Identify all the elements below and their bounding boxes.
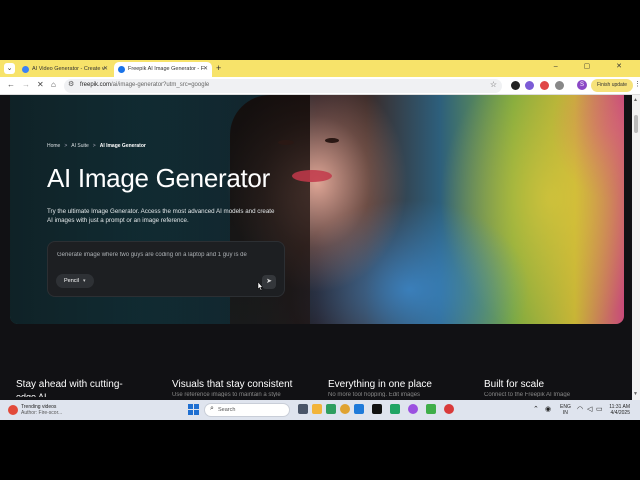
extension-icon[interactable]	[511, 81, 520, 90]
battery-icon[interactable]: ▭	[596, 405, 603, 413]
close-tab-icon[interactable]: ✕	[203, 62, 208, 77]
chrome-icon[interactable]	[340, 404, 350, 414]
profile-avatar[interactable]: S	[577, 80, 587, 90]
feature-title: Stay ahead with cutting-	[16, 379, 123, 390]
send-prompt-button[interactable]: ➤	[262, 275, 276, 289]
breadcrumb: Home > AI Suite > AI Image Generator	[47, 143, 146, 149]
prompt-panel: Generate image where two guys are coding…	[47, 241, 285, 297]
news-icon	[8, 405, 18, 415]
url-text: freepik.com/ai/image-generator?utm_src=g…	[80, 82, 210, 88]
app-icon[interactable]	[326, 404, 336, 414]
scroll-up-icon[interactable]: ▲	[633, 97, 638, 103]
breadcrumb-home[interactable]: Home	[47, 143, 60, 149]
prompt-input[interactable]: Generate image where two guys are coding…	[57, 252, 279, 258]
model-select-button[interactable]: Pencil ▾	[56, 274, 94, 288]
vscode-icon[interactable]	[354, 404, 364, 414]
app-icon[interactable]	[426, 404, 436, 414]
mouse-cursor-icon	[257, 282, 263, 291]
page-title: AI Image Generator	[47, 163, 270, 193]
back-arrow-icon[interactable]: ←	[7, 80, 15, 89]
page-content: Home > AI Suite > AI Image Generator AI Imag…	[0, 95, 640, 400]
site-info-icon[interactable]: ⚙	[68, 80, 74, 88]
stop-loading-icon[interactable]: ✕	[37, 80, 44, 89]
breadcrumb-separator: >	[64, 143, 68, 149]
tab-title: Freepik AI Image Generator - F	[128, 66, 205, 72]
file-explorer-icon[interactable]	[312, 404, 322, 414]
browser-toolbar: ← → ✕ ⌂ ⚙ freepik.com/ai/image-generator…	[0, 77, 640, 95]
hero-banner: Home > AI Suite > AI Image Generator AI Imag…	[10, 95, 624, 324]
search-placeholder: Search	[218, 407, 236, 413]
feature-subtitle: Use reference images to maintain a style	[172, 392, 281, 397]
windows-taskbar: Trending videos Author: Fire-scor... ⌕ S…	[0, 400, 640, 420]
hero-image-detail	[325, 138, 339, 143]
breadcrumb-current: AI Image Generator	[99, 143, 146, 149]
tab-title: AI Video Generator - Create v	[32, 66, 105, 72]
letterbox-bottom	[0, 420, 640, 480]
task-view-icon[interactable]	[298, 404, 308, 414]
wifi-icon[interactable]: ◠	[577, 405, 583, 413]
letterbox-top	[0, 0, 640, 60]
window-controls[interactable]: – ▢ ✕	[554, 62, 634, 70]
feature-title: Visuals that stay consistent	[172, 379, 293, 390]
page-scrollbar[interactable]: ▲ ▼	[632, 95, 640, 400]
browser-tab-bar: ⌄ AI Video Generator - Create v ✕ Freepi…	[0, 60, 640, 77]
hero-image-detail	[292, 170, 332, 182]
clock[interactable]: 11:31 AM 4/4/2025	[605, 404, 630, 416]
scroll-down-icon[interactable]: ▼	[633, 391, 638, 397]
tab-ai-video-generator[interactable]: AI Video Generator - Create v ✕	[18, 62, 112, 77]
extension-icon[interactable]	[525, 81, 534, 90]
feature-title: Built for scale	[484, 379, 545, 390]
tray-app-icon[interactable]: ◉	[545, 405, 551, 413]
extensions-puzzle-icon[interactable]	[555, 81, 564, 90]
chevron-down-icon: ▾	[82, 278, 86, 284]
home-icon[interactable]: ⌂	[51, 80, 56, 89]
bookmark-star-icon[interactable]: ☆	[490, 80, 497, 89]
breadcrumb-separator: >	[92, 143, 96, 149]
new-tab-button[interactable]: +	[216, 63, 221, 73]
tray-chevron-icon[interactable]: ⌃	[533, 405, 539, 413]
model-select-label: Pencil	[64, 278, 79, 284]
system-tray: ⌃ ◉ ENG IN ◠ ◁ ▭ 11:31 AM 4/4/2025	[533, 403, 633, 417]
browser-menu-icon[interactable]: ⋮	[634, 80, 640, 88]
taskbar-search-box[interactable]: ⌕ Search	[204, 403, 290, 417]
news-subline: Author: Fire-scor...	[21, 410, 63, 416]
page-description: Try the ultimate Image Generator. Access…	[47, 208, 275, 224]
finish-update-button[interactable]: Finish update	[591, 79, 633, 92]
news-widget[interactable]: Trending videos Author: Fire-scor...	[8, 403, 78, 417]
windows-start-icon[interactable]	[188, 404, 199, 415]
feature-title: Everything in one place	[328, 379, 432, 390]
feature-subtitle: No more tool hopping. Edit images	[328, 392, 421, 397]
taskbar-pinned-apps	[296, 404, 466, 416]
tab-favicon-icon	[118, 66, 125, 73]
extension-icon[interactable]	[540, 81, 549, 90]
app-icon[interactable]	[444, 404, 454, 414]
language-indicator[interactable]: ENG IN	[560, 404, 571, 416]
app-icon[interactable]	[390, 404, 400, 414]
search-icon: ⌕	[210, 405, 214, 412]
app-icon[interactable]	[408, 404, 418, 414]
tab-favicon-icon	[22, 66, 29, 73]
tab-freepik-image-generator[interactable]: Freepik AI Image Generator - F ✕	[114, 62, 212, 77]
volume-icon[interactable]: ◁	[587, 405, 592, 413]
feature-subtitle: edge AI	[16, 392, 47, 397]
send-icon: ➤	[266, 278, 272, 285]
forward-arrow-icon[interactable]: →	[22, 80, 30, 89]
breadcrumb-ai-suite[interactable]: AI Suite	[71, 143, 89, 149]
hero-image-detail	[278, 140, 294, 145]
address-bar[interactable]: ⚙ freepik.com/ai/image-generator?utm_src…	[64, 79, 502, 93]
app-icon[interactable]	[372, 404, 382, 414]
scrollbar-thumb[interactable]	[634, 115, 638, 133]
tab-search-icon[interactable]: ⌄	[4, 63, 15, 74]
close-tab-icon[interactable]: ✕	[103, 62, 108, 77]
feature-subtitle: Connect to the Freepik AI Image	[484, 392, 571, 397]
